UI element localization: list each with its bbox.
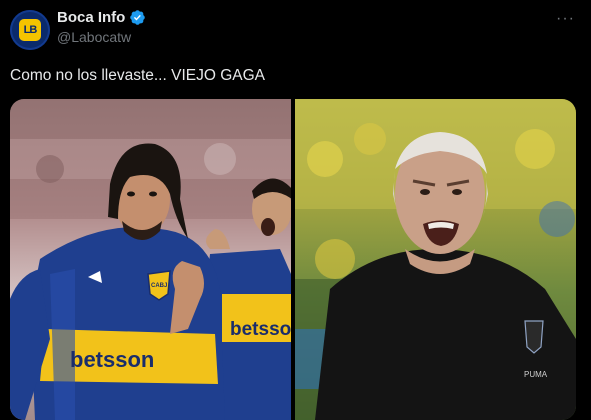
sponsor-text: betsson [70, 347, 154, 372]
avatar[interactable]: LB [10, 10, 50, 50]
tweet-header: LB Boca Info @Labocatw ··· [10, 8, 581, 50]
more-options-icon[interactable]: ··· [556, 10, 575, 28]
verified-badge-icon [130, 10, 146, 25]
boca-players-illustration: betsson 15 betsson CABJ [10, 99, 291, 420]
shirt-brand-text: PUMA [524, 370, 548, 379]
club-crest-text: CABJ [151, 283, 167, 289]
handle[interactable]: @Labocatw [57, 29, 146, 45]
avatar-logo: LB [19, 19, 41, 41]
sponsor-text-2: betsson [230, 319, 291, 340]
display-name[interactable]: Boca Info [57, 9, 125, 26]
tweet-text: Como no los llevaste... VIEJO GAGA [10, 67, 265, 84]
photo-boca-players[interactable]: betsson 15 betsson CABJ [10, 99, 291, 420]
coach-illustration: PUMA [295, 99, 576, 420]
display-name-row: Boca Info [57, 9, 146, 26]
tweet-media[interactable]: betsson 15 betsson CABJ [10, 99, 576, 420]
photo-coach[interactable]: PUMA [295, 99, 576, 420]
author-names: Boca Info @Labocatw [57, 9, 146, 45]
